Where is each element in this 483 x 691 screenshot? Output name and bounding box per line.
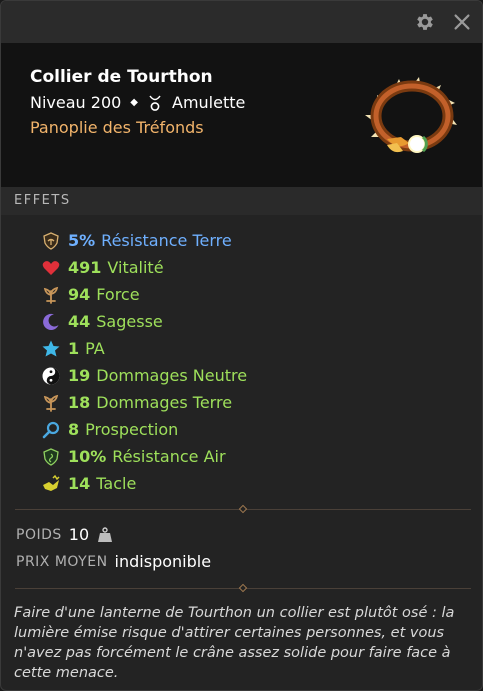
heart-icon xyxy=(42,260,60,275)
average-price-value: indisponible xyxy=(114,552,212,571)
effect-row: 44 Sagesse xyxy=(41,308,247,335)
gear-icon[interactable] xyxy=(414,11,436,33)
item-level-type: Niveau 200 ◆ Amulette xyxy=(30,93,245,112)
section-divider xyxy=(15,504,471,514)
neutral-yin-yang-icon xyxy=(42,367,60,384)
item-name: Collier de Tourthon xyxy=(30,67,213,87)
close-icon[interactable] xyxy=(451,11,473,33)
necklace-item-image xyxy=(365,77,457,153)
item-type: Amulette xyxy=(172,93,246,112)
weight-value: 10 xyxy=(68,525,90,544)
prospecting-magnifier-icon xyxy=(42,421,60,438)
effect-row: 8 Prospection xyxy=(41,416,247,443)
item-description: Faire d'une lanterne de Tourthon un coll… xyxy=(14,605,455,681)
separator-dot: ◆ xyxy=(130,97,138,108)
lock-tackle-icon xyxy=(43,474,60,491)
average-price-label: PRIX MOYEN xyxy=(16,553,108,570)
amulet-type-icon xyxy=(149,95,161,111)
effect-row: 18 Dommages Terre xyxy=(41,389,247,416)
average-price-row: PRIX MOYEN indisponible xyxy=(16,552,211,571)
earth-resistance-shield-icon xyxy=(43,231,59,250)
divider-ornament xyxy=(238,504,248,514)
weight-icon xyxy=(98,526,113,542)
weight-label: POIDS xyxy=(16,526,62,543)
effects-list: 5% Résistance Terre 491 Vitalité 94 Forc… xyxy=(41,227,247,497)
divider-ornament xyxy=(238,583,248,593)
weight-row: POIDS 10 xyxy=(16,525,114,544)
effect-row: 10% Résistance Air xyxy=(41,443,247,470)
section-divider xyxy=(15,583,471,593)
effect-row: 19 Dommages Neutre xyxy=(41,362,247,389)
effect-row: 1 PA xyxy=(41,335,247,362)
item-tooltip-panel: Collier de Tourthon Niveau 200 ◆ Amulett… xyxy=(0,0,483,691)
effect-row: 94 Force xyxy=(41,281,247,308)
wisdom-moon-icon xyxy=(43,313,59,330)
item-level: Niveau 200 xyxy=(30,93,122,112)
strength-sprout-icon xyxy=(43,286,59,304)
effects-section-header: EFFETS xyxy=(1,187,482,215)
effect-row: 14 Tacle xyxy=(41,470,247,497)
tooltip-toolbar xyxy=(1,1,482,43)
ap-star-icon xyxy=(42,340,60,356)
effect-row: 5% Résistance Terre xyxy=(41,227,247,254)
effect-row: 491 Vitalité xyxy=(41,254,247,281)
earth-sprout-icon xyxy=(43,394,59,412)
effects-title: EFFETS xyxy=(14,193,71,208)
item-set-link[interactable]: Panoplie des Tréfonds xyxy=(30,118,204,137)
air-resistance-shield-icon xyxy=(43,447,59,466)
